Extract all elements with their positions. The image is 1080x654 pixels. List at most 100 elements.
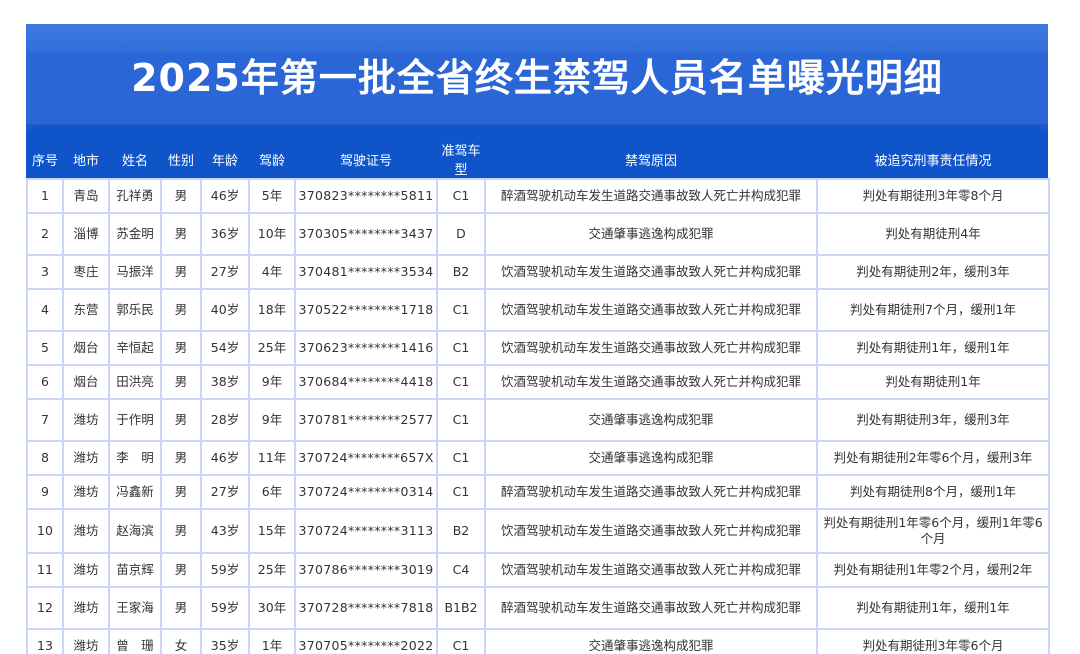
cell-driving-years: 11年 <box>248 440 296 476</box>
col-header-vehicle-class: 准驾车型 <box>441 144 481 178</box>
cell-name: 曾 珊 <box>108 628 162 654</box>
cell-criminal-liability: 判处有期徒刑2年零6个月，缓刑3年 <box>816 440 1050 476</box>
cell-city: 烟台 <box>62 330 110 366</box>
cell-city: 潍坊 <box>62 474 110 510</box>
cell-vehicle-class: C1 <box>436 330 486 366</box>
cell-driving-years: 6年 <box>248 474 296 510</box>
cell-license-no: 370786********3019 <box>294 552 438 588</box>
cell-age: 59岁 <box>200 586 250 630</box>
cell-criminal-liability: 判处有期徒刑8个月，缓刑1年 <box>816 474 1050 510</box>
cell-criminal-liability: 判处有期徒刑4年 <box>816 212 1050 256</box>
cell-ban-reason: 交通肇事逃逸构成犯罪 <box>484 212 818 256</box>
cell-age: 46岁 <box>200 178 250 214</box>
cell-vehicle-class: B2 <box>436 508 486 554</box>
cell-driving-years: 5年 <box>248 178 296 214</box>
col-header-age: 年龄 <box>211 153 238 169</box>
table-row: 10 潍坊 赵海滨男 43岁 15年 370724********3113 B2 饮酒驾驶机动… <box>26 508 1050 554</box>
cell-criminal-liability: 判处有期徒刑1年零6个月，缓刑1年零6个月 <box>816 508 1050 554</box>
cell-index: 7 <box>26 398 64 442</box>
cell-license-no: 370684********4418 <box>294 364 438 400</box>
table-row: 12 潍坊 王家海男 59岁 30年 370728********7818 B1B2 醉酒驾驶… <box>26 586 1050 630</box>
table-row: 3 枣庄 马振洋男 27岁 4年 370481********3534 B2 饮酒驾驶机动车发… <box>26 254 1050 290</box>
col-header-license-no: 驾驶证号 <box>339 153 392 169</box>
cell-license-no: 370724********0314 <box>294 474 438 510</box>
cell-vehicle-class: C1 <box>436 364 486 400</box>
table-row: 1 青岛 孔祥勇男 46岁 5年 370823********5811 C1 醉酒驾驶机动车发… <box>26 178 1050 214</box>
cell-ban-reason: 交通肇事逃逸构成犯罪 <box>484 628 818 654</box>
cell-gender: 男 <box>160 398 202 442</box>
cell-criminal-liability: 判处有期徒刑1年，缓刑1年 <box>816 330 1050 366</box>
cell-driving-years: 25年 <box>248 552 296 588</box>
cell-name: 冯鑫新 <box>108 474 162 510</box>
cell-city: 潍坊 <box>62 586 110 630</box>
cell-vehicle-class: C1 <box>436 474 486 510</box>
cell-vehicle-class: C1 <box>436 178 486 214</box>
cell-name: 赵海滨 <box>108 508 162 554</box>
cell-ban-reason: 饮酒驾驶机动车发生道路交通事故致人死亡并构成犯罪 <box>484 508 818 554</box>
cell-driving-years: 9年 <box>248 364 296 400</box>
cell-age: 35岁 <box>200 628 250 654</box>
cell-gender: 女 <box>160 628 202 654</box>
cell-license-no: 370724********657X <box>294 440 438 476</box>
cell-ban-reason: 交通肇事逃逸构成犯罪 <box>484 440 818 476</box>
cell-driving-years: 4年 <box>248 254 296 290</box>
cell-age: 54岁 <box>200 330 250 366</box>
cell-license-no: 370305********3437 <box>294 212 438 256</box>
cell-index: 13 <box>26 628 64 654</box>
cell-name: 王家海 <box>108 586 162 630</box>
cell-driving-years: 18年 <box>248 288 296 332</box>
cell-criminal-liability: 判处有期徒刑1年零2个月，缓刑2年 <box>816 552 1050 588</box>
cell-age: 27岁 <box>200 254 250 290</box>
cell-license-no: 370705********2022 <box>294 628 438 654</box>
cell-driving-years: 1年 <box>248 628 296 654</box>
cell-name: 于作明 <box>108 398 162 442</box>
cell-name: 苗京辉 <box>108 552 162 588</box>
cell-vehicle-class: C1 <box>436 288 486 332</box>
cell-license-no: 370823********5811 <box>294 178 438 214</box>
cell-gender: 男 <box>160 508 202 554</box>
table-row: 11 潍坊 苗京辉男 59岁 25年 370786********3019 C4 饮酒驾驶机动… <box>26 552 1050 588</box>
cell-criminal-liability: 判处有期徒刑1年 <box>816 364 1050 400</box>
cell-vehicle-class: B1B2 <box>436 586 486 630</box>
col-header-gender: 性别 <box>167 153 194 169</box>
cell-criminal-liability: 判处有期徒刑3年零6个月 <box>816 628 1050 654</box>
cell-vehicle-class: C1 <box>436 398 486 442</box>
cell-ban-reason: 交通肇事逃逸构成犯罪 <box>484 398 818 442</box>
table-row: 9 潍坊 冯鑫新男 27岁 6年 370724********0314 C1 醉酒驾驶机动车发… <box>26 474 1050 510</box>
cell-city: 烟台 <box>62 364 110 400</box>
cell-name: 李 明 <box>108 440 162 476</box>
cell-gender: 男 <box>160 364 202 400</box>
cell-city: 枣庄 <box>62 254 110 290</box>
cell-index: 1 <box>26 178 64 214</box>
cell-ban-reason: 饮酒驾驶机动车发生道路交通事故致人死亡并构成犯罪 <box>484 254 818 290</box>
cell-index: 11 <box>26 552 64 588</box>
cell-license-no: 370781********2577 <box>294 398 438 442</box>
cell-criminal-liability: 判处有期徒刑3年零8个月 <box>816 178 1050 214</box>
cell-license-no: 370481********3534 <box>294 254 438 290</box>
cell-gender: 男 <box>160 330 202 366</box>
page-title: 2025年第一批全省终生禁驾人员名单曝光明细 <box>131 56 943 100</box>
cell-vehicle-class: B2 <box>436 254 486 290</box>
cell-gender: 男 <box>160 440 202 476</box>
cell-name: 孔祥勇 <box>108 178 162 214</box>
cell-index: 2 <box>26 212 64 256</box>
cell-city: 潍坊 <box>62 552 110 588</box>
cell-index: 3 <box>26 254 64 290</box>
cell-age: 38岁 <box>200 364 250 400</box>
cell-ban-reason: 饮酒驾驶机动车发生道路交通事故致人死亡并构成犯罪 <box>484 288 818 332</box>
table-row: 7 潍坊 于作明男 28岁 9年 370781********2577 C1 交通肇事逃逸构成… <box>26 398 1050 442</box>
cell-name: 苏金明 <box>108 212 162 256</box>
table-row: 13 潍坊曾 珊女 35岁 1年 370705********2022 C1 交通肇事逃逸构… <box>26 628 1050 654</box>
cell-criminal-liability: 判处有期徒刑1年，缓刑1年 <box>816 586 1050 630</box>
cell-vehicle-class: C1 <box>436 440 486 476</box>
cell-criminal-liability: 判处有期徒刑2年，缓刑3年 <box>816 254 1050 290</box>
cell-city: 潍坊 <box>62 398 110 442</box>
table-row: 6 烟台 田洪亮男 38岁 9年 370684********4418 C1 饮酒驾驶机动车发… <box>26 364 1050 400</box>
cell-license-no: 370724********3113 <box>294 508 438 554</box>
table-header-row: 序号 地市 姓名 性别 年龄 驾龄 驾驶证号 准驾车型 禁驾原因 被追究刑事责任… <box>27 140 1049 179</box>
table-body: 1 青岛 孔祥勇男 46岁 5年 370823********5811 C1 醉酒驾驶机动车发… <box>26 178 1050 654</box>
col-header-name: 姓名 <box>121 153 148 169</box>
cell-gender: 男 <box>160 288 202 332</box>
cell-ban-reason: 醉酒驾驶机动车发生道路交通事故致人死亡并构成犯罪 <box>484 586 818 630</box>
cell-name: 马振洋 <box>108 254 162 290</box>
